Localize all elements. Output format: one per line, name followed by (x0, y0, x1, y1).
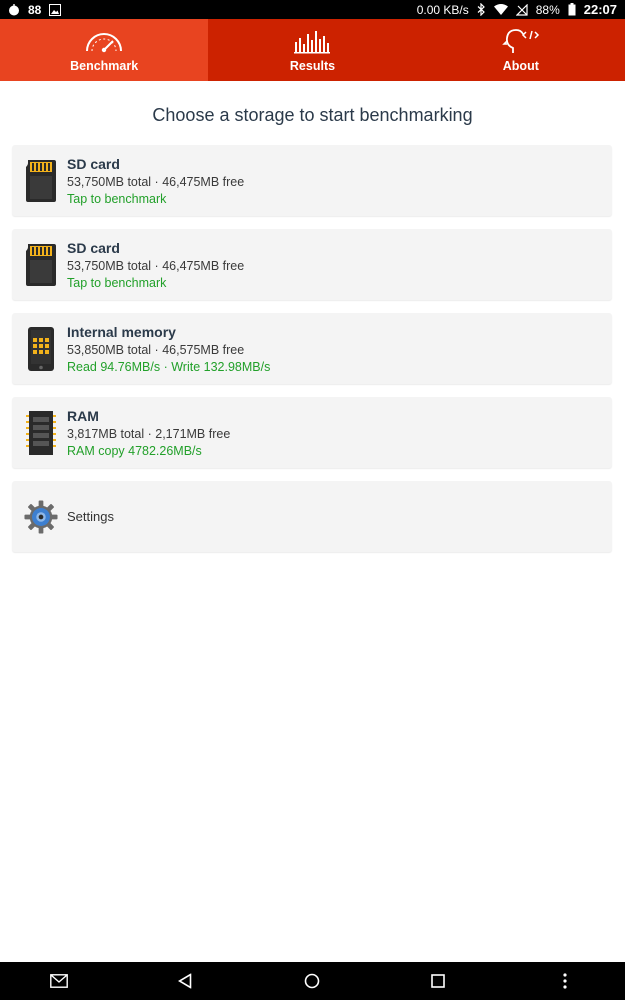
wifi-icon (493, 4, 508, 15)
tab-bar: Benchmark Results About (0, 19, 625, 81)
storage-status: RAM copy 4782.26MB/s (67, 443, 202, 458)
storage-details: 53,750MB total · 46,475MB free (67, 174, 245, 189)
back-button[interactable] (178, 973, 192, 989)
storage-details: 53,850MB total · 46,575MB free (67, 342, 245, 357)
gear-icon (24, 493, 58, 541)
bluetooth-icon (477, 3, 486, 16)
battery-icon (568, 3, 576, 16)
sd-card-icon (24, 241, 58, 289)
storage-title: SD card (67, 239, 120, 256)
storage-card-ram[interactable]: RAM 3,817MB total · 2,171MB free RAM cop… (12, 397, 612, 468)
storage-card-sd-1[interactable]: SD card 53,750MB total · 46,475MB free T… (12, 145, 612, 216)
phone-memory-icon (24, 325, 58, 373)
notification-count: 88 (28, 2, 42, 17)
storage-card-internal[interactable]: Internal memory 53,850MB total · 46,575M… (12, 313, 612, 384)
ram-chip-icon (24, 409, 58, 457)
storage-card-sd-2[interactable]: SD card 53,750MB total · 46,475MB free T… (12, 229, 612, 300)
tab-benchmark[interactable]: Benchmark (0, 19, 209, 81)
storage-details: 53,750MB total · 46,475MB free (67, 258, 245, 273)
notification-app-icon (8, 3, 20, 16)
more-options-icon[interactable] (563, 973, 567, 989)
storage-title: RAM (67, 407, 99, 424)
clock: 22:07 (583, 2, 617, 17)
net-speed: 0.00 KB/s (416, 2, 469, 17)
status-bar: 88 0.00 KB/s 88% 22:07 (0, 0, 625, 19)
page-heading: Choose a storage to start benchmarking (152, 105, 473, 125)
storage-status: Read 94.76MB/s · Write 132.98MB/s (67, 359, 271, 374)
settings-label: Settings (67, 509, 114, 524)
tab-about[interactable]: About (417, 19, 625, 81)
tab-about-label: About (502, 58, 539, 73)
image-notification-icon (49, 3, 62, 16)
head-code-icon (501, 28, 541, 54)
main-content: Choose a storage to start benchmarking S… (0, 81, 625, 565)
tab-benchmark-label: Benchmark (70, 58, 139, 73)
speedometer-icon (84, 28, 124, 54)
battery-percent: 88% (535, 2, 560, 17)
home-button[interactable] (304, 973, 320, 989)
settings-card[interactable]: Settings (12, 481, 612, 552)
storage-status: Tap to benchmark (67, 191, 167, 206)
storage-title: Internal memory (67, 323, 176, 340)
storage-status: Tap to benchmark (67, 275, 167, 290)
tab-results[interactable]: Results (208, 19, 416, 81)
recents-button[interactable] (431, 974, 445, 988)
bar-chart-icon (292, 28, 332, 54)
tab-results-label: Results (289, 58, 336, 73)
no-signal-icon (515, 3, 528, 16)
navigation-bar (0, 962, 625, 1000)
sd-card-icon (24, 157, 58, 205)
storage-details: 3,817MB total · 2,171MB free (67, 426, 231, 441)
storage-title: SD card (67, 155, 120, 172)
mail-icon[interactable] (50, 974, 68, 988)
